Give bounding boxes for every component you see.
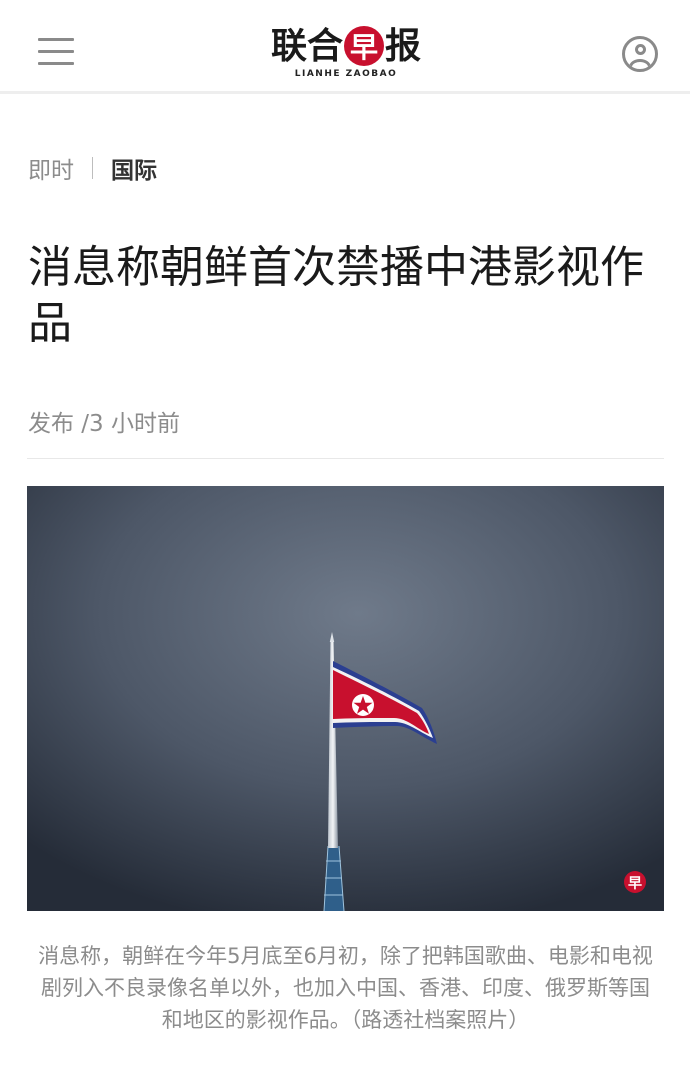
article-photo[interactable]: 早 — [27, 486, 664, 911]
menu-line — [38, 50, 74, 53]
menu-line — [38, 38, 74, 41]
logo-badge: 早 — [344, 26, 384, 66]
site-logo[interactable]: 联 合 早 报 LIANHE ZAOBAO — [258, 24, 434, 84]
divider — [27, 458, 664, 459]
hamburger-menu-icon[interactable] — [38, 38, 74, 66]
publish-time: 发布 /3 小时前 — [28, 411, 181, 437]
breadcrumb-separator — [92, 157, 93, 179]
photo-caption: 消息称，朝鲜在今年5月底至6月初，除了把韩国歌曲、电影和电视剧列入不良录像名单以… — [38, 944, 653, 1032]
breadcrumb-section-link[interactable]: 即时 — [28, 151, 74, 185]
logo-char: 联 — [270, 25, 307, 67]
user-account-icon[interactable] — [622, 36, 658, 72]
article-title: 消息称朝鲜首次禁播中港影视作品 — [28, 242, 644, 349]
watermark-char: 早 — [628, 876, 642, 892]
breadcrumb: 即时 国际 — [28, 150, 157, 186]
watermark-logo: 早 — [624, 871, 646, 893]
breadcrumb-category-link[interactable]: 国际 — [111, 151, 157, 185]
user-icon-body — [629, 59, 651, 69]
top-header: 联 合 早 报 LIANHE ZAOBAO — [0, 0, 690, 94]
user-icon-head — [635, 44, 646, 55]
logo-chinese: 联 合 早 报 — [258, 24, 434, 68]
logo-char: 报 — [385, 25, 422, 67]
logo-english: LIANHE ZAOBAO — [294, 69, 398, 79]
menu-line — [38, 62, 74, 65]
logo-char: 合 — [306, 25, 343, 67]
